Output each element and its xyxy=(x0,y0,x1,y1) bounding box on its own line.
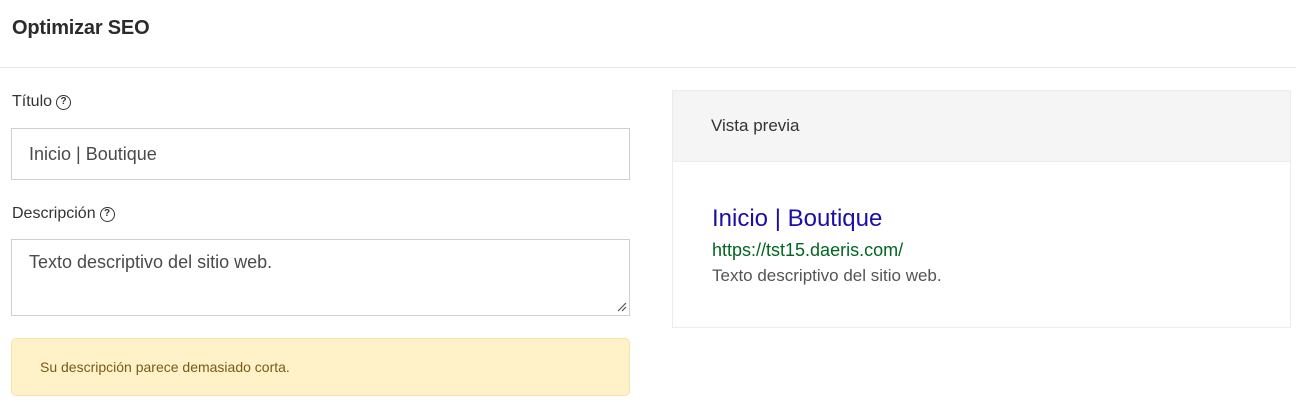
title-label-row: Título ? xyxy=(12,93,72,111)
description-label-row: Descripción ? xyxy=(12,205,115,223)
help-icon[interactable]: ? xyxy=(56,94,72,110)
page-title: Optimizar SEO xyxy=(12,17,150,39)
warning-text: Su descripción parece demasiado corta. xyxy=(40,359,290,375)
description-textarea[interactable]: Texto descriptivo del sitio web. xyxy=(11,239,630,316)
preview-header: Vista previa xyxy=(673,91,1290,162)
description-warning-alert: Su descripción parece demasiado corta. xyxy=(11,338,630,396)
serp-description: Texto descriptivo del sitio web. xyxy=(712,266,942,285)
title-input[interactable] xyxy=(11,128,630,180)
resize-handle-icon[interactable] xyxy=(615,300,627,312)
serp-url: https://tst15.daeris.com/ xyxy=(712,240,904,260)
title-label: Título xyxy=(12,93,53,110)
description-label: Descripción xyxy=(12,205,96,222)
help-icon[interactable]: ? xyxy=(99,206,115,222)
page-header: Optimizar SEO xyxy=(0,0,1296,68)
serp-title: Inicio | Boutique xyxy=(712,205,883,232)
preview-panel: Vista previa Inicio | Boutique https://t… xyxy=(672,90,1291,328)
preview-heading: Vista previa xyxy=(711,116,800,135)
